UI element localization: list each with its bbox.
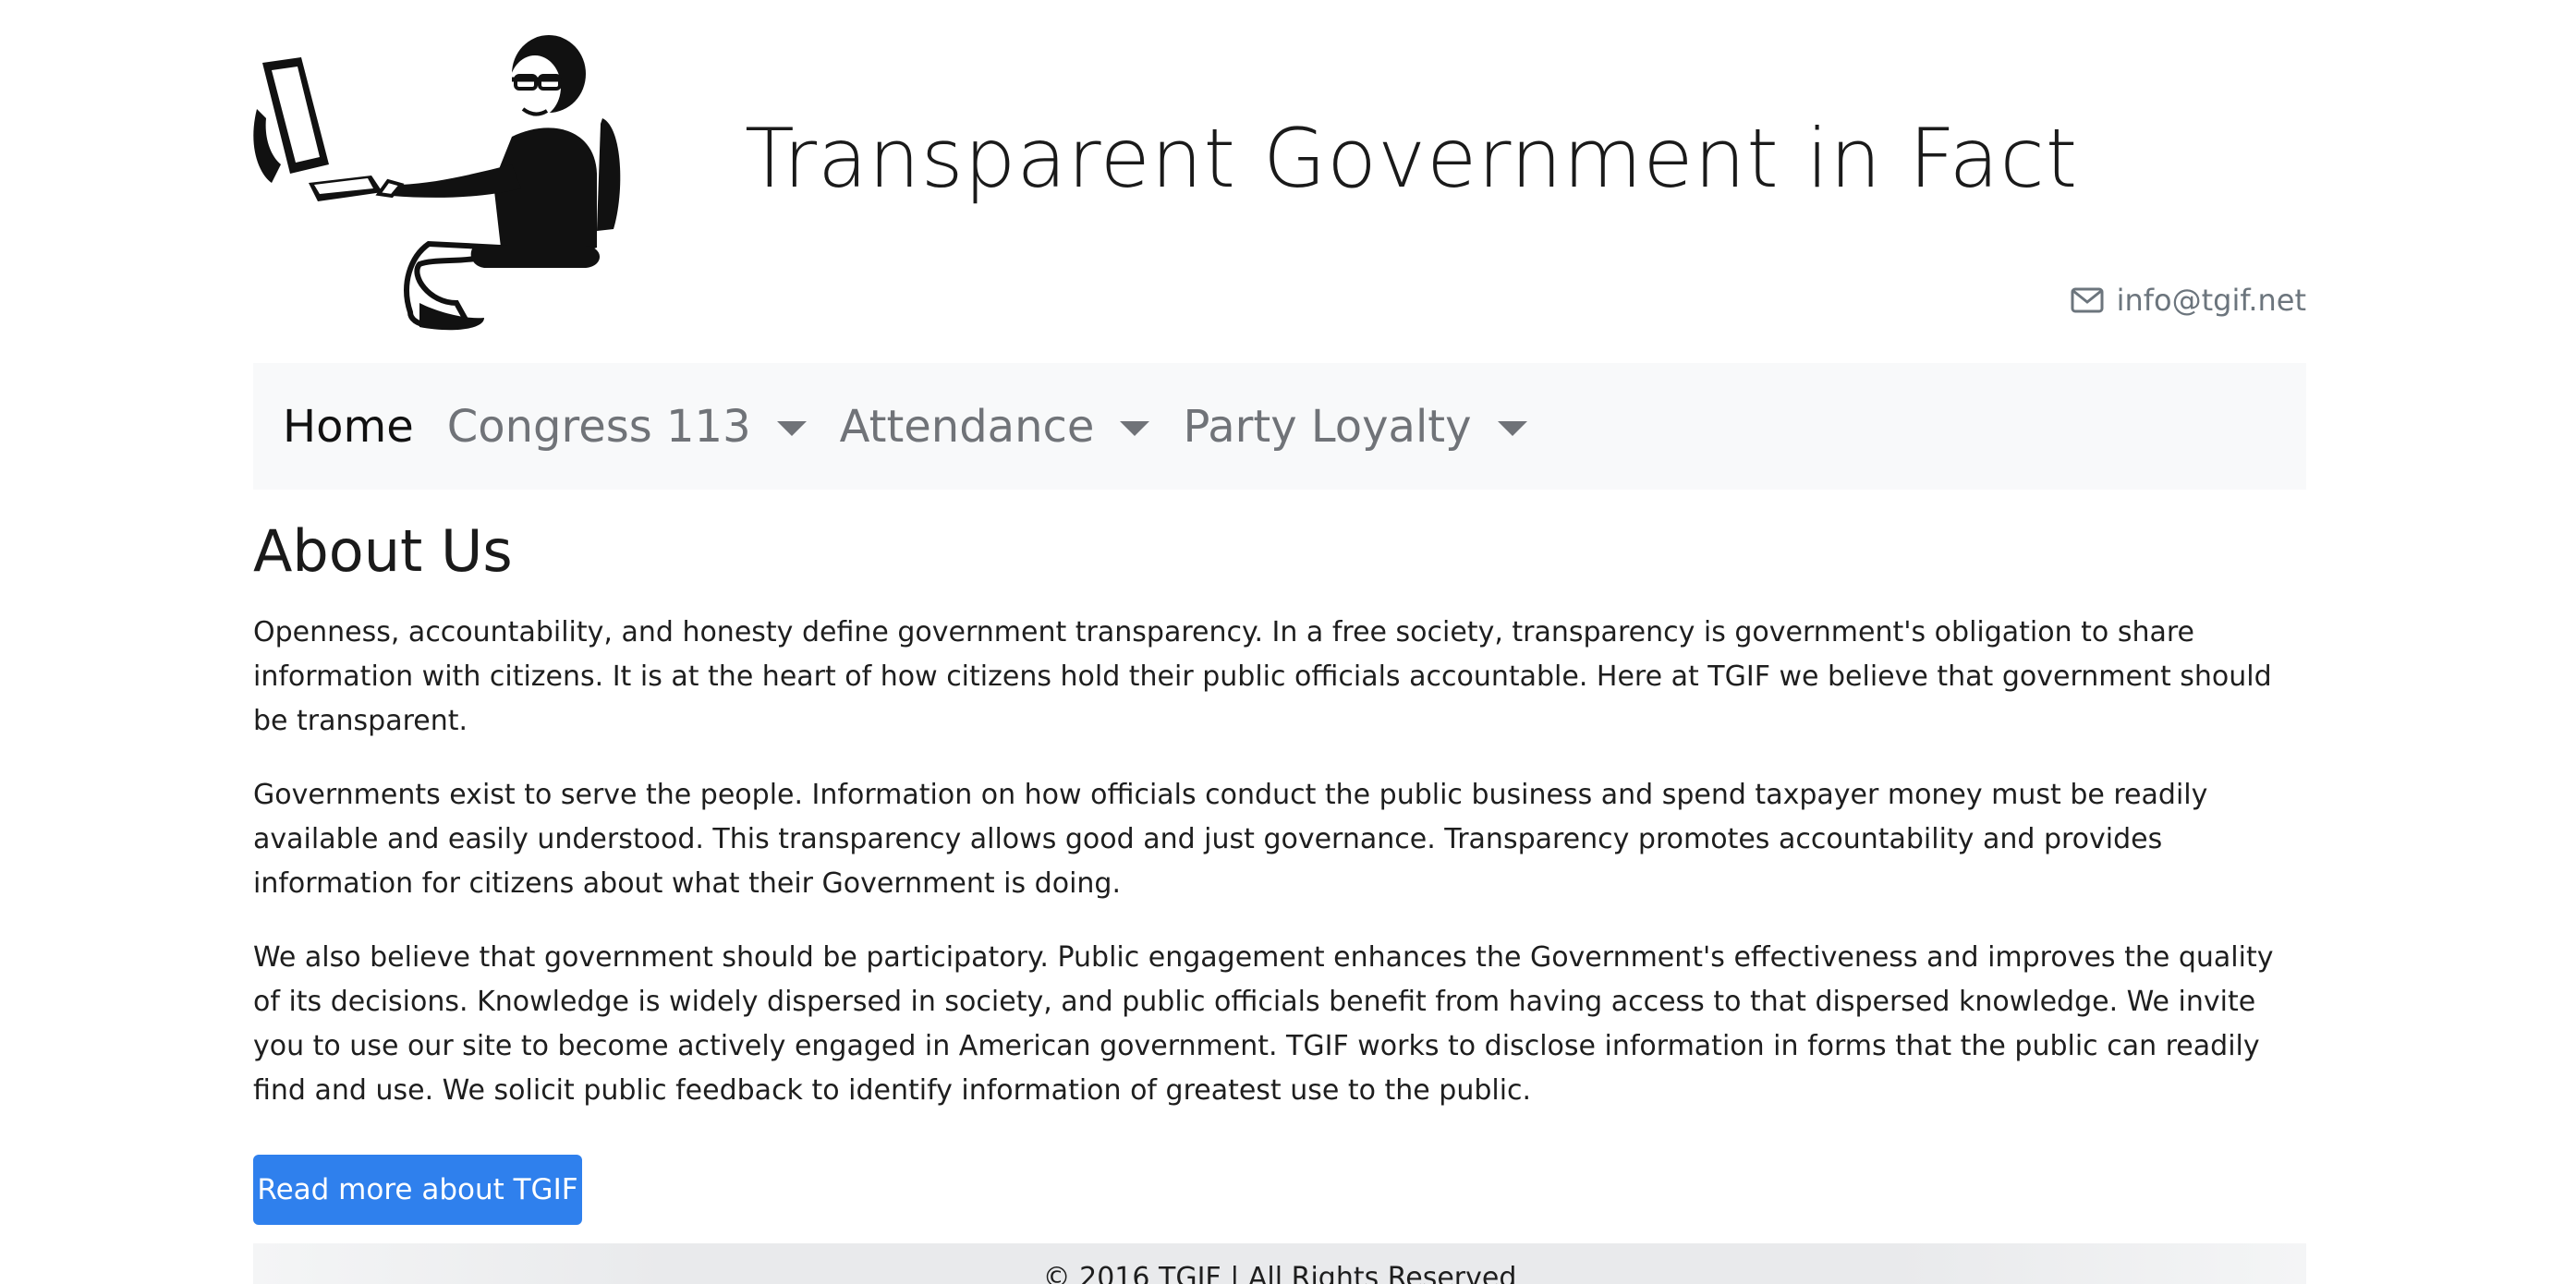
footer-copyright: © 2016 TGIF | All Rights Reserved xyxy=(1042,1262,1517,1284)
nav-item-attendance[interactable]: Attendance xyxy=(840,401,1150,453)
caret-down-icon xyxy=(1120,420,1150,436)
nav-item-party-loyalty[interactable]: Party Loyalty xyxy=(1183,400,1527,453)
email-text: info@tgif.net xyxy=(2116,283,2306,318)
site-header: Transparent Government in Fact info@tgif… xyxy=(253,0,2306,365)
site-footer: © 2016 TGIF | All Rights Reserved xyxy=(253,1243,2306,1284)
nav-item-label: Home xyxy=(283,400,414,453)
main-navbar: Home Congress 113 Attendance Party Loyal… xyxy=(253,363,2306,490)
read-more-button[interactable]: Read more about TGIF xyxy=(253,1155,582,1225)
main-content: About Us Openness, accountability, and h… xyxy=(253,517,2306,1143)
nav-item-label: Attendance xyxy=(839,400,1095,453)
about-paragraph-3: We also believe that government should b… xyxy=(253,941,2274,1107)
email-link[interactable]: info@tgif.net xyxy=(2071,283,2306,318)
about-paragraph-1: Openness, accountability, and honesty de… xyxy=(253,616,2272,737)
envelope-icon xyxy=(2071,287,2104,313)
about-paragraph-2: Governments exist to serve the people. I… xyxy=(253,779,2208,900)
page-container: Transparent Government in Fact info@tgif… xyxy=(253,0,2306,1284)
page-title: About Us xyxy=(253,517,513,585)
caret-down-icon xyxy=(776,420,807,436)
nav-item-label: Party Loyalty xyxy=(1183,400,1472,453)
caret-down-icon xyxy=(1497,420,1527,436)
nav-item-congress-113[interactable]: Congress 113 xyxy=(447,401,807,453)
nav-item-home[interactable]: Home xyxy=(283,401,414,453)
nav-item-label: Congress 113 xyxy=(446,400,751,453)
site-title: Transparent Government in Fact xyxy=(745,111,2079,206)
logo-man-at-computer-icon xyxy=(253,35,621,331)
